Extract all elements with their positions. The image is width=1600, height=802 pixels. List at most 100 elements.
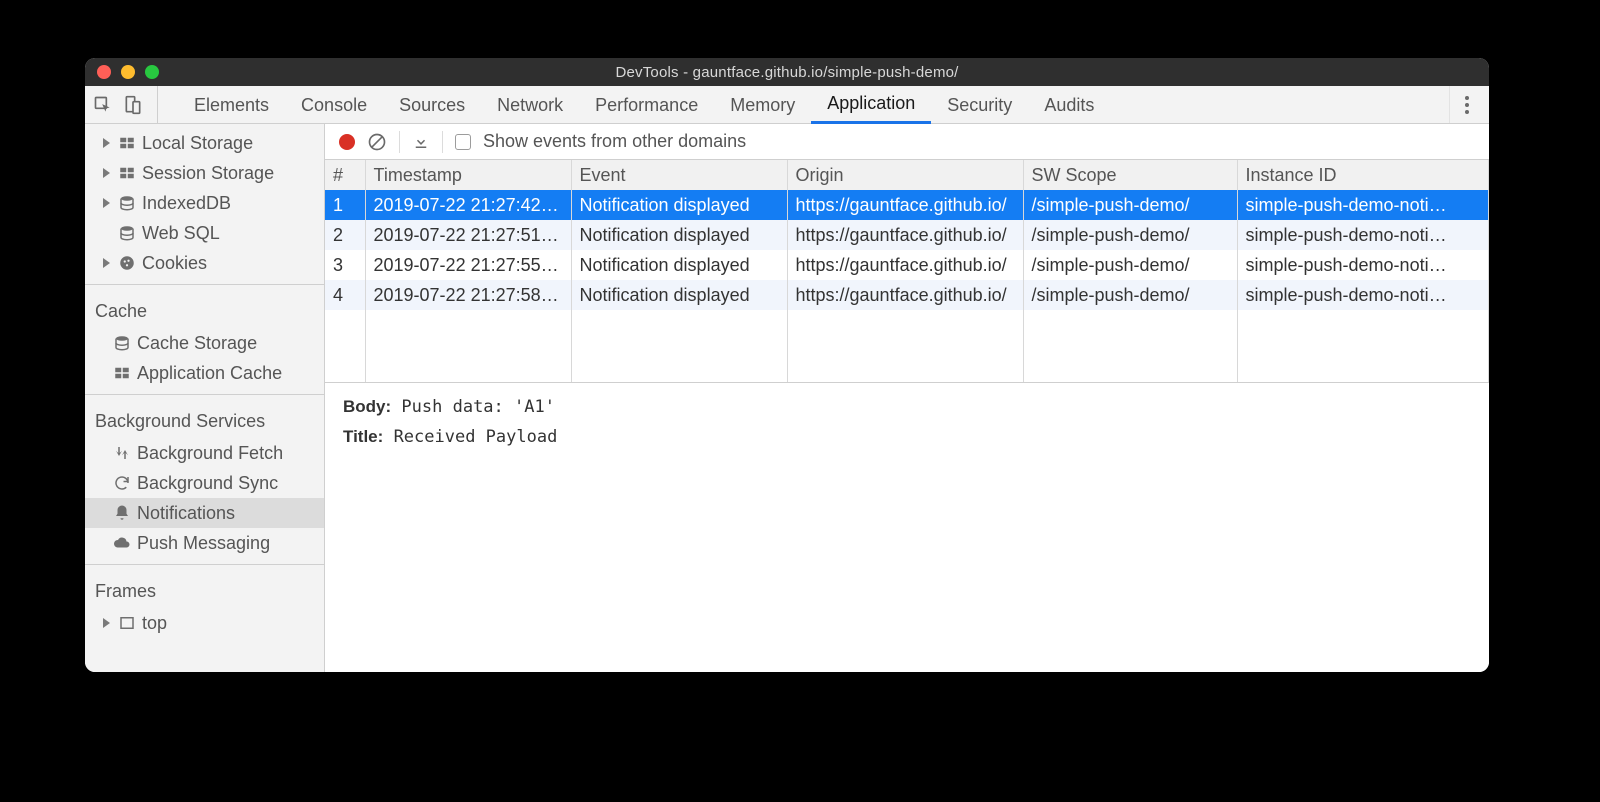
tab-audits[interactable]: Audits — [1028, 86, 1110, 124]
close-window-button[interactable] — [97, 65, 111, 79]
sidebar-item-web-sql[interactable]: Web SQL — [85, 218, 324, 248]
table-row[interactable]: 42019-07-22 21:27:58.…Notification displ… — [325, 280, 1489, 310]
cell-sw: /simple-push-demo/ — [1023, 280, 1237, 310]
tab-performance[interactable]: Performance — [579, 86, 714, 124]
sidebar-item-application-cache[interactable]: Application Cache — [85, 358, 324, 388]
sidebar-item-label: Application Cache — [137, 363, 282, 384]
traffic-lights — [85, 65, 159, 79]
cell-sw: /simple-push-demo/ — [1023, 250, 1237, 280]
sidebar-item-label: Cache Storage — [137, 333, 257, 354]
main-content: Show events from other domains #Timestam… — [325, 124, 1489, 672]
sidebar-item-background-fetch[interactable]: Background Fetch — [85, 438, 324, 468]
tab-elements[interactable]: Elements — [178, 86, 285, 124]
devtools-tabs-row: ElementsConsoleSourcesNetworkPerformance… — [85, 86, 1489, 124]
cell-ts: 2019-07-22 21:27:58.… — [365, 280, 571, 310]
sidebar-item-frames-top[interactable]: top — [85, 608, 324, 638]
sidebar-group-background-services: Background Services — [85, 401, 324, 438]
cell-ts: 2019-07-22 21:27:51.… — [365, 220, 571, 250]
cell-ev: Notification displayed — [571, 280, 787, 310]
sidebar-item-label: Session Storage — [142, 163, 274, 184]
cell-id: simple-push-demo-noti… — [1237, 220, 1489, 250]
expand-triangle-icon — [103, 138, 110, 148]
cell-sw: /simple-push-demo/ — [1023, 190, 1237, 220]
detail-body-label: Body: — [343, 397, 391, 416]
cell-ev: Notification displayed — [571, 220, 787, 250]
sidebar-item-background-sync[interactable]: Background Sync — [85, 468, 324, 498]
expand-triangle-icon — [103, 168, 110, 178]
db-icon — [118, 224, 136, 242]
col-header[interactable]: Event — [571, 160, 787, 190]
cell-n: 4 — [325, 280, 365, 310]
col-header[interactable]: Origin — [787, 160, 1023, 190]
sidebar-item-cache-storage[interactable]: Cache Storage — [85, 328, 324, 358]
sidebar-item-cookies[interactable]: Cookies — [85, 248, 324, 278]
sidebar-item-label: IndexedDB — [142, 193, 231, 214]
sidebar-item-indexeddb[interactable]: IndexedDB — [85, 188, 324, 218]
cookie-icon — [118, 254, 136, 272]
devtools-window: DevTools - gauntface.github.io/simple-pu… — [85, 58, 1489, 672]
tab-application[interactable]: Application — [811, 86, 931, 124]
tab-network[interactable]: Network — [481, 86, 579, 124]
detail-title-value: Received Payload — [394, 427, 558, 447]
device-toggle-icon[interactable] — [123, 95, 143, 115]
sidebar-item-notifications[interactable]: Notifications — [85, 498, 324, 528]
minimize-window-button[interactable] — [121, 65, 135, 79]
cell-n: 1 — [325, 190, 365, 220]
cloud-icon — [113, 534, 131, 552]
tab-memory[interactable]: Memory — [714, 86, 811, 124]
download-icon[interactable] — [412, 133, 430, 151]
sidebar-group-cache: Cache — [85, 291, 324, 328]
cell-ts: 2019-07-22 21:27:42.… — [365, 190, 571, 220]
tab-console[interactable]: Console — [285, 86, 383, 124]
col-header[interactable]: # — [325, 160, 365, 190]
show-events-checkbox[interactable] — [455, 134, 471, 150]
sidebar-item-label: Web SQL — [142, 223, 220, 244]
cell-n: 3 — [325, 250, 365, 280]
cell-n: 2 — [325, 220, 365, 250]
cell-or: https://gauntface.github.io/ — [787, 220, 1023, 250]
devtools-tabs: ElementsConsoleSourcesNetworkPerformance… — [178, 86, 1110, 123]
bell-icon — [113, 504, 131, 522]
expand-triangle-icon — [103, 198, 110, 208]
cell-id: simple-push-demo-noti… — [1237, 190, 1489, 220]
sidebar-item-label: top — [142, 613, 167, 634]
col-header[interactable]: Timestamp — [365, 160, 571, 190]
show-events-label: Show events from other domains — [483, 131, 746, 152]
inspect-icon[interactable] — [93, 95, 113, 115]
table-row[interactable]: 12019-07-22 21:27:42.…Notification displ… — [325, 190, 1489, 220]
col-header[interactable]: Instance ID — [1237, 160, 1489, 190]
events-toolbar: Show events from other domains — [325, 124, 1489, 160]
more-menu-button[interactable] — [1449, 86, 1483, 123]
cell-ev: Notification displayed — [571, 250, 787, 280]
clear-icon[interactable] — [367, 132, 387, 152]
db-icon — [118, 194, 136, 212]
window-title: DevTools - gauntface.github.io/simple-pu… — [85, 64, 1489, 81]
cell-ts: 2019-07-22 21:27:55.… — [365, 250, 571, 280]
grid-icon — [118, 134, 136, 152]
expand-triangle-icon — [103, 618, 110, 628]
sidebar-item-label: Background Sync — [137, 473, 278, 494]
sidebar-item-label: Local Storage — [142, 133, 253, 154]
col-header[interactable]: SW Scope — [1023, 160, 1237, 190]
cell-or: https://gauntface.github.io/ — [787, 190, 1023, 220]
zoom-window-button[interactable] — [145, 65, 159, 79]
sidebar-item-session-storage[interactable]: Session Storage — [85, 158, 324, 188]
sidebar-group-frames: Frames — [85, 571, 324, 608]
cell-or: https://gauntface.github.io/ — [787, 250, 1023, 280]
table-row[interactable]: 32019-07-22 21:27:55.…Notification displ… — [325, 250, 1489, 280]
expand-triangle-icon — [103, 258, 110, 268]
sidebar-item-label: Push Messaging — [137, 533, 270, 554]
sidebar-item-local-storage[interactable]: Local Storage — [85, 128, 324, 158]
sidebar-item-push-messaging[interactable]: Push Messaging — [85, 528, 324, 558]
grid-icon — [113, 364, 131, 382]
tab-sources[interactable]: Sources — [383, 86, 481, 124]
events-table: #TimestampEventOriginSW ScopeInstance ID… — [325, 160, 1489, 383]
tab-security[interactable]: Security — [931, 86, 1028, 124]
event-details: Body: Push data: 'A1' Title: Received Pa… — [325, 383, 1489, 672]
cell-or: https://gauntface.github.io/ — [787, 280, 1023, 310]
sidebar-item-label: Notifications — [137, 503, 235, 524]
table-row[interactable]: 22019-07-22 21:27:51.…Notification displ… — [325, 220, 1489, 250]
application-sidebar: Local Storage Session Storage IndexedDB Web… — [85, 124, 325, 672]
record-button[interactable] — [339, 134, 355, 150]
db-icon — [113, 334, 131, 352]
